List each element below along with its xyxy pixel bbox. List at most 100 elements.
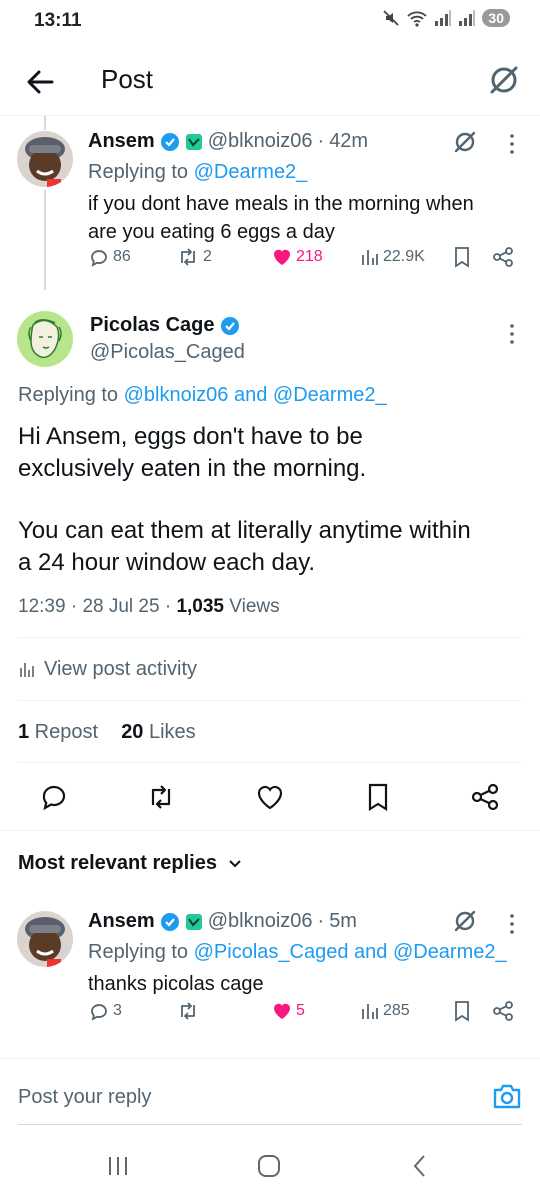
reply-button[interactable]: 86 xyxy=(88,246,131,268)
bookmark-icon[interactable] xyxy=(452,246,472,268)
divider xyxy=(18,762,522,763)
post-actions xyxy=(0,780,540,816)
avatar-picolas[interactable] xyxy=(17,311,73,367)
heart-icon[interactable] xyxy=(255,782,285,812)
bookmark-icon[interactable] xyxy=(452,1000,472,1022)
reply-composer[interactable]: Post your reply xyxy=(0,1062,540,1126)
timestamp[interactable]: 42m xyxy=(329,130,368,153)
replying-to-link[interactable]: @Dearme2_ xyxy=(194,161,308,183)
repost-button[interactable]: 2 xyxy=(176,246,212,268)
back-nav-icon[interactable] xyxy=(410,1153,430,1179)
verified-badge-icon xyxy=(160,132,179,151)
camera-icon[interactable] xyxy=(492,1082,522,1110)
section-divider xyxy=(0,830,540,831)
avatar-ansem[interactable] xyxy=(17,911,73,967)
composer-divider xyxy=(18,1124,522,1125)
status-bar: 13:11 30 xyxy=(0,0,540,46)
author-handle[interactable]: @blknoiz06 xyxy=(208,910,313,933)
page-title: Post xyxy=(101,64,154,94)
separator: · xyxy=(317,910,325,932)
grok-icon xyxy=(454,910,476,932)
views-button[interactable]: 285 xyxy=(360,1000,410,1022)
status-icons: 30 xyxy=(382,9,510,27)
wifi-icon xyxy=(407,11,428,27)
author-handle[interactable]: @blknoiz06 xyxy=(208,130,313,153)
author-handle[interactable]: @Picolas_Caged xyxy=(90,338,245,366)
reply-icon xyxy=(91,1004,107,1021)
grok-icon xyxy=(454,131,476,153)
divider xyxy=(18,637,522,638)
post-time: 12:39 xyxy=(18,596,66,617)
author-name[interactable]: Ansem xyxy=(88,910,155,933)
android-nav-bar xyxy=(0,1130,540,1199)
more-options-icon[interactable] xyxy=(502,132,522,156)
grok-small-button[interactable] xyxy=(452,908,478,934)
post-meta: 12:39 · 28 Jul 25 · 1,035 Views xyxy=(18,596,280,617)
author-name[interactable]: Ansem xyxy=(88,130,155,153)
grok-small-button[interactable] xyxy=(452,129,478,155)
analytics-icon xyxy=(362,250,378,265)
repost-icon xyxy=(181,1002,195,1020)
avatar-ansem[interactable] xyxy=(17,131,73,187)
reply-input[interactable]: Post your reply xyxy=(18,1086,151,1109)
view-post-activity[interactable]: View post activity xyxy=(18,658,197,681)
tweet-text: thanks picolas cage xyxy=(88,973,264,995)
thread-line-top xyxy=(44,116,46,130)
like-button[interactable]: 218 xyxy=(271,246,323,268)
thread-line xyxy=(44,190,46,290)
status-time: 13:11 xyxy=(34,10,82,31)
share-icon[interactable] xyxy=(492,246,514,268)
heart-filled-icon xyxy=(274,249,290,265)
replying-to-link[interactable]: @blknoiz06 and @Dearme2_ xyxy=(124,384,387,406)
author-name[interactable]: Picolas Cage xyxy=(90,314,215,337)
grok-button[interactable] xyxy=(486,62,522,98)
tweet-text: if you dont have meals in the morning wh… xyxy=(88,193,474,243)
section-divider xyxy=(0,1058,540,1059)
header: Post xyxy=(0,46,540,116)
battery-indicator: 30 xyxy=(482,9,510,27)
reply-button[interactable]: 3 xyxy=(88,1000,122,1022)
reposts-count-link[interactable]: 1 Repost xyxy=(18,721,98,743)
analytics-icon xyxy=(362,1004,378,1019)
signal-icon-2 xyxy=(459,10,476,26)
recent-apps-icon[interactable] xyxy=(106,1154,130,1178)
repost-icon[interactable] xyxy=(145,782,177,812)
more-options-icon[interactable] xyxy=(502,322,522,346)
like-button[interactable]: 5 xyxy=(271,1000,305,1022)
avatar-ansem-image xyxy=(17,911,73,967)
replying-to: Replying to @Dearme2_ xyxy=(88,161,308,183)
views-label: Views xyxy=(224,596,280,617)
share-icon[interactable] xyxy=(492,1000,514,1022)
replies-sort-dropdown[interactable]: Most relevant replies xyxy=(18,852,243,875)
views-count: 1,035 xyxy=(176,596,224,617)
engagement-counts: 1 Repost 20 Likes xyxy=(18,721,196,744)
back-button[interactable] xyxy=(22,64,58,100)
repost-icon xyxy=(181,248,195,266)
mute-icon xyxy=(383,10,400,26)
more-options-icon[interactable] xyxy=(502,912,522,936)
timestamp[interactable]: 5m xyxy=(329,910,357,933)
reply-icon xyxy=(91,250,107,267)
avatar-picolas-image xyxy=(17,311,73,367)
post-text: Hi Ansem, eggs don't have to be exclusiv… xyxy=(18,423,471,576)
affiliate-badge-icon xyxy=(185,133,202,150)
post-date: 28 Jul 25 xyxy=(82,596,160,617)
reply-icon[interactable] xyxy=(39,782,69,812)
home-icon[interactable] xyxy=(256,1153,282,1179)
share-icon[interactable] xyxy=(470,782,500,812)
signal-icon xyxy=(435,10,452,26)
avatar-ansem-image xyxy=(17,131,73,187)
affiliate-badge-icon xyxy=(185,913,202,930)
replying-to: Replying to @blknoiz06 and @Dearme2_ xyxy=(18,384,387,406)
verified-badge-icon xyxy=(160,912,179,931)
analytics-icon xyxy=(20,662,34,677)
replying-to-link[interactable]: @Picolas_Caged and @Dearme2_ xyxy=(194,941,507,963)
replying-to: Replying to @Picolas_Caged and @Dearme2_ xyxy=(88,941,507,963)
views-button[interactable]: 22.9K xyxy=(360,246,425,268)
separator: · xyxy=(317,130,325,152)
bookmark-icon[interactable] xyxy=(364,782,392,812)
chevron-down-icon xyxy=(229,859,241,867)
grok-icon xyxy=(490,66,518,94)
likes-count-link[interactable]: 20 Likes xyxy=(121,721,196,743)
repost-button[interactable] xyxy=(176,1000,203,1022)
